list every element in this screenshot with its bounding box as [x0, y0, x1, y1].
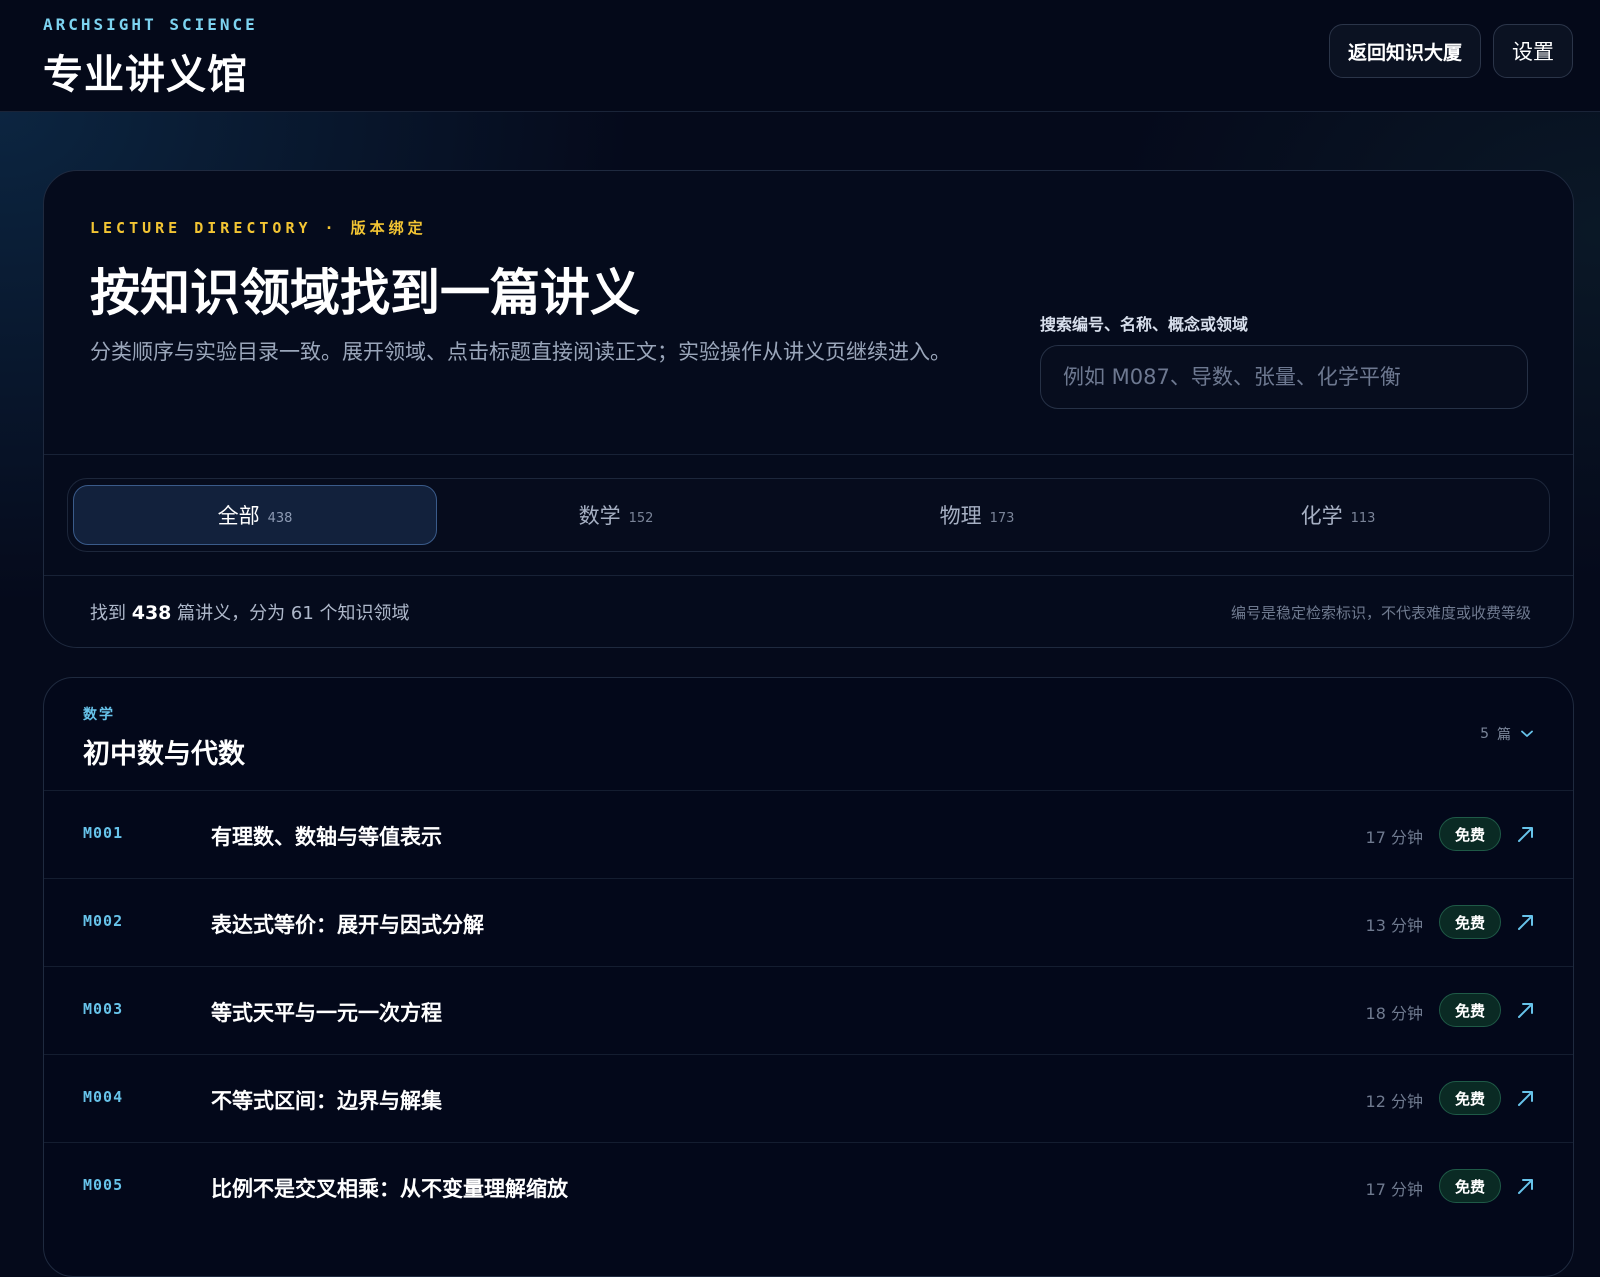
- lecture-duration: 17 分钟: [1365, 828, 1423, 847]
- domain-count-number: 5: [1480, 726, 1489, 742]
- lecture-code: M005: [83, 1176, 124, 1194]
- arrow-up-right-icon[interactable]: [1515, 823, 1537, 845]
- tab-label: 物理: [939, 504, 982, 528]
- divider: [44, 454, 1573, 455]
- lecture-title-link[interactable]: 表达式等价：展开与因式分解: [211, 909, 484, 939]
- lecture-row[interactable]: M002 表达式等价：展开与因式分解 13 分钟 免费: [44, 878, 1573, 966]
- lecture-directory-card: LECTURE DIRECTORY · 版本绑定 按知识领域找到一篇讲义 分类顺…: [43, 170, 1574, 648]
- divider: [44, 575, 1573, 576]
- free-badge: 免费: [1439, 1169, 1501, 1203]
- search-input[interactable]: [1040, 345, 1528, 409]
- lecture-code: M003: [83, 1000, 124, 1018]
- brand-kicker: ARCHSIGHT SCIENCE: [43, 15, 258, 34]
- free-badge: 免费: [1439, 905, 1501, 939]
- free-badge: 免费: [1439, 993, 1501, 1027]
- tab-label: 数学: [578, 504, 621, 528]
- lecture-title-link[interactable]: 不等式区间：边界与解集: [211, 1085, 442, 1115]
- domain-expand-toggle[interactable]: 5 篇: [1480, 724, 1533, 744]
- summary-suffix: 篇讲义，分为 61 个知识领域: [177, 603, 410, 624]
- arrow-up-right-icon[interactable]: [1515, 1087, 1537, 1109]
- directory-kicker: LECTURE DIRECTORY · 版本绑定: [90, 219, 427, 237]
- subject-tabs: 全部 438 数学 152 物理 173 化学 113: [67, 478, 1550, 552]
- lecture-code: M004: [83, 1088, 124, 1106]
- domain-section: 数学 初中数与代数 5 篇 M001 有理数、数轴与等值表示 17 分钟 免费 …: [43, 677, 1574, 1277]
- tab-count: 113: [1350, 510, 1376, 526]
- tab-count: 152: [628, 510, 654, 526]
- top-bar: ARCHSIGHT SCIENCE 专业讲义馆 返回知识大厦 设置: [0, 0, 1600, 112]
- lecture-title-link[interactable]: 比例不是交叉相乘：从不变量理解缩放: [211, 1173, 568, 1203]
- result-summary: 找到 438 篇讲义，分为 61 个知识领域: [90, 599, 410, 625]
- tab-math[interactable]: 数学 152: [434, 485, 798, 545]
- lecture-list: M001 有理数、数轴与等值表示 17 分钟 免费 M002 表达式等价：展开与…: [44, 790, 1573, 1230]
- domain-subject: 数学: [83, 707, 115, 723]
- lecture-duration: 12 分钟: [1365, 1092, 1423, 1111]
- free-badge: 免费: [1439, 817, 1501, 851]
- lecture-duration: 13 分钟: [1365, 916, 1423, 935]
- lecture-title-link[interactable]: 等式天平与一元一次方程: [211, 997, 442, 1027]
- directory-description: 分类顺序与实验目录一致。展开领域、点击标题直接阅读正文；实验操作从讲义页继续进入…: [90, 340, 951, 364]
- brand-title: 专业讲义馆: [43, 52, 248, 98]
- lecture-duration: 17 分钟: [1365, 1180, 1423, 1199]
- lecture-row[interactable]: M001 有理数、数轴与等值表示 17 分钟 免费: [44, 790, 1573, 878]
- chevron-down-icon: [1521, 730, 1533, 737]
- back-to-knowledge-building-button[interactable]: 返回知识大厦: [1329, 24, 1481, 78]
- code-note: 编号是稳定检索标识，不代表难度或收费等级: [1230, 604, 1531, 622]
- lecture-title-link[interactable]: 有理数、数轴与等值表示: [211, 821, 442, 851]
- tab-count: 173: [989, 510, 1015, 526]
- arrow-up-right-icon[interactable]: [1515, 999, 1537, 1021]
- lecture-row[interactable]: M003 等式天平与一元一次方程 18 分钟 免费: [44, 966, 1573, 1054]
- settings-button[interactable]: 设置: [1493, 24, 1573, 78]
- tab-label: 化学: [1300, 504, 1343, 528]
- summary-count: 438: [131, 602, 172, 624]
- summary-prefix: 找到: [90, 603, 126, 624]
- tab-chemistry[interactable]: 化学 113: [1156, 485, 1520, 545]
- lecture-code: M002: [83, 912, 124, 930]
- tab-all[interactable]: 全部 438: [73, 485, 437, 545]
- tab-physics[interactable]: 物理 173: [795, 485, 1159, 545]
- free-badge: 免费: [1439, 1081, 1501, 1115]
- arrow-up-right-icon[interactable]: [1515, 911, 1537, 933]
- domain-title: 初中数与代数: [83, 739, 245, 770]
- tab-label: 全部: [217, 504, 260, 528]
- lecture-row[interactable]: M005 比例不是交叉相乘：从不变量理解缩放 17 分钟 免费: [44, 1142, 1573, 1230]
- lecture-code: M001: [83, 824, 124, 842]
- lecture-row[interactable]: M004 不等式区间：边界与解集 12 分钟 免费: [44, 1054, 1573, 1142]
- arrow-up-right-icon[interactable]: [1515, 1175, 1537, 1197]
- domain-count-unit: 篇: [1497, 727, 1513, 743]
- directory-title: 按知识领域找到一篇讲义: [90, 264, 640, 322]
- search-label: 搜索编号、名称、概念或领域: [1040, 315, 1249, 334]
- tab-count: 438: [267, 510, 293, 526]
- lecture-duration: 18 分钟: [1365, 1004, 1423, 1023]
